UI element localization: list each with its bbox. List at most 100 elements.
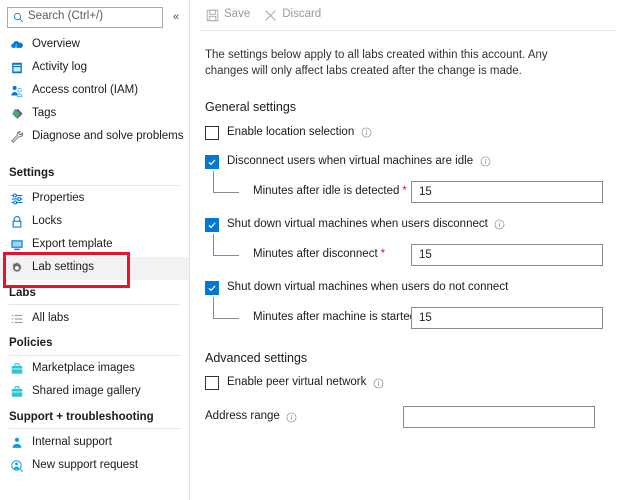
info-icon[interactable] — [360, 127, 372, 139]
general-settings-heading: General settings — [205, 100, 297, 114]
sidebar-item-locks[interactable]: Locks — [0, 211, 189, 234]
tree-connector — [213, 233, 239, 256]
tree-connector — [213, 170, 239, 193]
save-button[interactable]: Save — [205, 3, 250, 27]
tree-connector — [213, 296, 239, 319]
sidebar-item-label: Marketplace images — [32, 362, 135, 375]
sidebar-item-label: New support request — [32, 458, 139, 471]
sidebar-item-internal-support[interactable]: Internal support — [0, 431, 189, 454]
discard-button[interactable]: Discard — [263, 3, 321, 27]
sidebar-item-tags[interactable]: Tags — [0, 102, 189, 125]
save-icon — [205, 8, 219, 22]
shutdown-on-disconnect-label: Shut down virtual machines when users di… — [227, 217, 488, 230]
sidebar-item-diagnose-and-solve-problems[interactable]: Diagnose and solve problems — [0, 125, 189, 148]
minutes-after-idle-row: Minutes after idle is detected * 15 — [205, 170, 613, 207]
address-range-row: Address range — [205, 404, 613, 430]
disconnect-idle-label: Disconnect users when virtual machines a… — [227, 154, 474, 167]
discard-label: Discard — [282, 8, 322, 21]
sidebar-group-title: Policies — [9, 337, 53, 349]
info-icon[interactable] — [479, 156, 491, 168]
sidebar-item-label: Properties — [32, 192, 85, 205]
sidebar-item-label: Internal support — [32, 435, 112, 448]
save-label: Save — [224, 8, 251, 21]
collapse-sidebar-button[interactable]: « — [169, 9, 183, 25]
sidebar-item-overview[interactable]: Overview — [0, 33, 189, 56]
minutes-after-disconnect-input[interactable]: 15 — [411, 243, 603, 266]
shutdown-no-connect-label: Shut down virtual machines when users do… — [227, 280, 509, 293]
divider — [9, 354, 180, 356]
sidebar-item-label: Diagnose and solve problems — [32, 129, 184, 142]
sidebar-item-marketplace-images[interactable]: Marketplace images — [0, 358, 189, 381]
new-support-request-icon — [9, 458, 24, 473]
shutdown-on-disconnect-checkbox[interactable] — [205, 217, 219, 232]
minutes-after-start-label: Minutes after machine is started* — [253, 311, 423, 324]
minutes-after-start-row: Minutes after machine is started* 15 — [205, 296, 613, 333]
sidebar-group-settings: Settings — [0, 160, 189, 188]
list-icon — [9, 311, 24, 326]
sidebar-item-new-support-request[interactable]: New support request — [0, 454, 189, 477]
sidebar-item-properties[interactable]: Properties — [0, 188, 189, 211]
enable-peer-vnet-checkbox[interactable] — [205, 376, 219, 390]
sidebar-item-activity-log[interactable]: Activity log — [0, 56, 189, 79]
checkmark-icon — [208, 158, 216, 165]
required-marker: * — [402, 184, 407, 197]
checkmark-icon — [208, 284, 216, 291]
sidebar-item-access-control-iam[interactable]: Access control (IAM) — [0, 79, 189, 102]
close-icon — [263, 8, 277, 22]
sidebar-item-shared-image-gallery[interactable]: Shared image gallery — [0, 381, 189, 404]
sidebar-group-policies: Policies — [0, 330, 189, 358]
info-icon[interactable] — [494, 219, 506, 231]
address-range-label: Address range — [205, 410, 280, 423]
advanced-settings-heading: Advanced settings — [205, 350, 308, 365]
tag-icon — [9, 106, 24, 121]
info-icon[interactable] — [286, 411, 298, 423]
settings-form: The settings below apply to all labs cre… — [191, 31, 623, 500]
lock-icon — [9, 215, 24, 230]
sidebar: Search (Ctrl+/) « Overview Activity log Ac… — [0, 0, 190, 500]
properties-icon — [9, 192, 24, 207]
checkmark-icon — [208, 221, 216, 228]
enable-location-selection-checkbox[interactable] — [205, 125, 219, 140]
briefcase-icon — [9, 385, 24, 400]
sidebar-group-support-troubleshooting: Support + troubleshooting — [0, 404, 189, 432]
sidebar-grouped-nav: Settings Properties Locks Export template La… — [0, 160, 189, 477]
enable-location-selection-row: Enable location selection — [205, 124, 613, 142]
sidebar-group-title: Support + troubleshooting — [9, 410, 154, 423]
sidebar-item-label: Export template — [32, 238, 113, 251]
access-control-icon — [9, 83, 24, 98]
divider — [9, 428, 180, 429]
wrench-icon — [9, 129, 24, 144]
minutes-after-disconnect-label: Minutes after disconnect * — [253, 247, 386, 260]
shutdown-no-connect-checkbox[interactable] — [205, 280, 219, 295]
sidebar-item-export-template[interactable]: Export template — [0, 234, 189, 257]
search-placeholder: Search (Ctrl+/) — [28, 10, 104, 23]
disconnect-idle-checkbox[interactable] — [205, 154, 219, 169]
sidebar-item-label: Locks — [32, 215, 63, 228]
sidebar-item-label: Access control (IAM) — [32, 83, 139, 96]
sidebar-search-row: Search (Ctrl+/) « — [0, 6, 189, 28]
azure-portal-lab-settings-page: Search (Ctrl+/) « Overview Activity log Ac… — [0, 0, 623, 500]
address-range-input[interactable] — [403, 406, 595, 428]
sidebar-item-label: Lab settings — [32, 261, 95, 274]
cloud-icon — [9, 37, 24, 52]
enable-peer-vnet-row: Enable peer virtual network — [205, 374, 613, 392]
minutes-after-disconnect-row: Minutes after disconnect * 15 — [205, 233, 613, 270]
info-icon[interactable] — [372, 377, 384, 389]
export-template-icon — [9, 238, 24, 253]
briefcase-icon — [9, 362, 24, 377]
enable-location-selection-label: Enable location selection — [227, 125, 355, 138]
search-icon — [12, 11, 25, 24]
minutes-after-idle-input[interactable]: 15 — [411, 180, 603, 203]
gear-icon — [9, 261, 24, 276]
sidebar-item-lab-settings[interactable]: Lab settings — [0, 256, 189, 280]
sidebar-item-all-labs[interactable]: All labs — [0, 307, 189, 330]
minutes-after-start-input[interactable]: 15 — [411, 306, 603, 329]
search-input[interactable]: Search (Ctrl+/) — [7, 6, 163, 28]
shutdown-on-disconnect-row: Shut down virtual machines when users di… — [205, 216, 613, 234]
sidebar-item-label: Activity log — [32, 60, 87, 73]
sidebar-group-labs: Labs — [0, 280, 189, 308]
minutes-after-idle-label: Minutes after idle is detected * — [253, 184, 407, 197]
enable-peer-vnet-label: Enable peer virtual network — [227, 376, 367, 389]
disconnect-idle-row: Disconnect users when virtual machines a… — [205, 153, 613, 171]
main-content: Save Discard The settings below apply to… — [191, 0, 623, 500]
